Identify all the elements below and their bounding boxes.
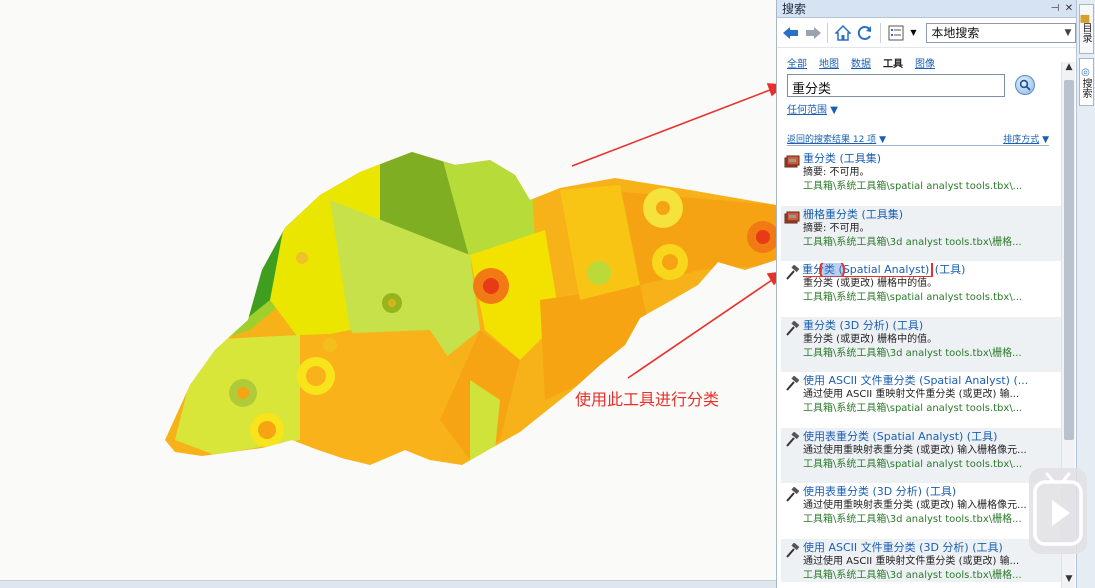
results-count-dropdown[interactable]: 返回的搜索结果 12 项 ▼ [787,132,1003,145]
result-title[interactable]: 重分类 [803,152,836,165]
filter-tools[interactable]: 工具 [883,55,903,70]
raster-map [165,83,776,465]
result-type: (工具) [925,485,957,498]
result-path: 工具箱\系统工具箱\3d analyst tools.tbx\栅格... [803,236,1022,248]
filter-images[interactable]: 图像 [915,55,935,70]
magnifier-icon[interactable] [1015,75,1035,95]
status-bar [0,580,776,588]
search-scope-value: 本地搜索 [931,26,980,40]
caret-down-icon: ▼ [830,105,838,116]
refresh-icon[interactable] [856,24,874,42]
range-label: 任何范围 [787,105,827,116]
toolset-icon [784,210,800,226]
result-summary: 摘要: 不可用。 [803,222,870,234]
result-item[interactable]: 使用 ASCII 文件重分类 (3D 分析) (工具) 通过使用 ASCII 重… [781,538,1061,582]
toolbar-separator [879,22,881,43]
result-title[interactable]: 栅格重分类 [803,208,858,221]
result-path: 工具箱\系统工具箱\spatial analyst tools.tbx\... [803,403,1023,414]
hammer-icon [784,264,800,281]
toolbar-separator [827,22,829,43]
hammer-icon [784,486,800,503]
scroll-thumb[interactable] [1064,80,1074,440]
result-item[interactable]: 栅格重分类 (工具集) 摘要: 不可用。 工具箱\系统工具箱\3d analys… [781,205,1061,261]
map-view[interactable]: 使用此工具进行分类 [0,0,776,588]
result-path: 工具箱\系统工具箱\spatial analyst tools.tbx\... [803,181,1023,192]
result-type: (工具集) [839,152,882,165]
hammer-icon [784,320,800,337]
tab-catalog-label: 目录 [1080,22,1091,43]
tab-search[interactable]: ◎搜索 [1079,58,1094,106]
tab-catalog[interactable]: ▆目录 [1079,4,1094,54]
annotation-text: 使用此工具进行分类 [575,390,720,409]
hammer-icon [784,542,800,559]
result-item[interactable]: 重分类 (3D 分析) (工具) 重分类 (或更改) 栅格中的值。 工具箱\系统… [781,316,1061,372]
result-title[interactable]: 使用表重分类 (3D 分析) [803,485,922,498]
folder-icon: ▆ [1080,15,1091,23]
result-type: (工具) [972,540,1003,554]
result-path: 工具箱\系统工具箱\3d analyst tools.tbx\栅格... [803,347,1022,359]
toolset-icon [784,154,800,170]
results-list: 重分类 (工具集) 摘要: 不可用。 工具箱\系统工具箱\spatial ana… [781,150,1061,582]
back-arrow-icon[interactable] [782,24,800,42]
result-type: (工具) [934,263,966,276]
sort-dropdown[interactable]: 排序方式 ▼ [1003,132,1049,145]
pane-title: 搜索 [782,2,807,16]
result-summary: 通过使用重映射表重分类 (或更改) 输入栅格像元... [803,500,1027,511]
search-scope-select[interactable]: 本地搜索 ▼ [926,22,1076,43]
result-path: 工具箱\系统工具箱\3d analyst tools.tbx\栅格... [803,514,1022,525]
chevron-down-icon: ▼ [1064,27,1072,38]
search-toolbar: ▼ 本地搜索 ▼ [777,18,1076,48]
results-header: 返回的搜索结果 12 项 ▼ 排序方式 ▼ [787,132,1049,146]
close-icon[interactable]: ✕ [1062,3,1076,14]
result-summary: 摘要: 不可用。 [803,167,870,178]
caret-down-icon: ▼ [879,135,886,145]
search-tab-icon: ◎ [1080,66,1091,78]
result-summary: 通过使用重映射表重分类 (或更改) 输入栅格像元... [803,444,1027,456]
list-options-icon[interactable] [887,24,905,42]
result-title[interactable]: 使用 ASCII 文件重分类 (3D 分析) [803,541,969,554]
result-type: (工具集) [861,207,904,221]
result-summary: 重分类 (或更改) 栅格中的值。 [803,278,938,289]
result-item[interactable]: 使用表重分类 (3D 分析) (工具) 通过使用重映射表重分类 (或更改) 输入… [781,483,1061,539]
result-path: 工具箱\系统工具箱\spatial analyst tools.tbx\... [803,292,1023,303]
result-summary: 重分类 (或更改) 栅格中的值。 [803,333,938,345]
range-dropdown[interactable]: 任何范围 ▼ [787,101,838,116]
result-summary: 通过使用 ASCII 重映射文件重分类 (或更改) 输... [803,389,1020,400]
caret-down-icon: ▼ [1042,135,1049,145]
result-summary: 通过使用 ASCII 重映射文件重分类 (或更改) 输... [803,555,1020,567]
result-title[interactable]: 使用表重分类 (Spatial Analyst) [803,430,963,443]
result-item[interactable]: 使用 ASCII 文件重分类 (Spatial Analyst) (... 通过… [781,372,1061,428]
result-item[interactable]: 重分类 (工具集) 摘要: 不可用。 工具箱\系统工具箱\spatial ana… [781,150,1061,206]
tab-search-label: 搜索 [1080,77,1091,98]
search-filter-tabs: 全部 地图 数据 工具 图像 [787,55,935,70]
result-path: 工具箱\系统工具箱\spatial analyst tools.tbx\... [803,458,1023,470]
filter-data[interactable]: 数据 [851,55,871,70]
result-type: (工具) [892,318,924,332]
scroll-up-icon[interactable]: ▲ [1062,62,1076,76]
cursor-click-indicator [819,263,845,277]
forward-arrow-icon[interactable] [804,24,822,42]
results-count-label: 返回的搜索结果 12 项 [787,135,877,145]
filter-maps[interactable]: 地图 [819,55,839,70]
result-title[interactable]: 重分类 (3D 分析) [803,319,889,332]
options-dropdown-icon[interactable]: ▼ [908,24,918,42]
hammer-icon [784,375,800,392]
pin-icon[interactable]: ⊣ [1048,3,1062,14]
filter-all[interactable]: 全部 [787,55,807,70]
result-path: 工具箱\系统工具箱\3d analyst tools.tbx\栅格... [803,569,1022,581]
sort-label: 排序方式 [1003,135,1040,145]
result-title[interactable]: 使用 ASCII 文件重分类 (Spatial Analyst) [803,374,1010,387]
pane-title-bar: 搜索 ⊣ ✕ [777,0,1076,18]
scroll-down-icon[interactable]: ▼ [1062,574,1076,588]
search-input[interactable]: 重分类 [787,74,1005,97]
hammer-icon [784,431,800,448]
result-type: (工具) [966,429,998,443]
result-item-highlighted[interactable]: 重分类 (Spatial Analyst) (工具) 重分类 (或更改) 栅格中… [781,261,1061,317]
result-type: (... [1013,374,1029,387]
home-icon[interactable] [834,24,852,42]
result-item[interactable]: 使用表重分类 (Spatial Analyst) (工具) 通过使用重映射表重分… [781,427,1061,483]
video-logo-icon [1029,468,1087,554]
